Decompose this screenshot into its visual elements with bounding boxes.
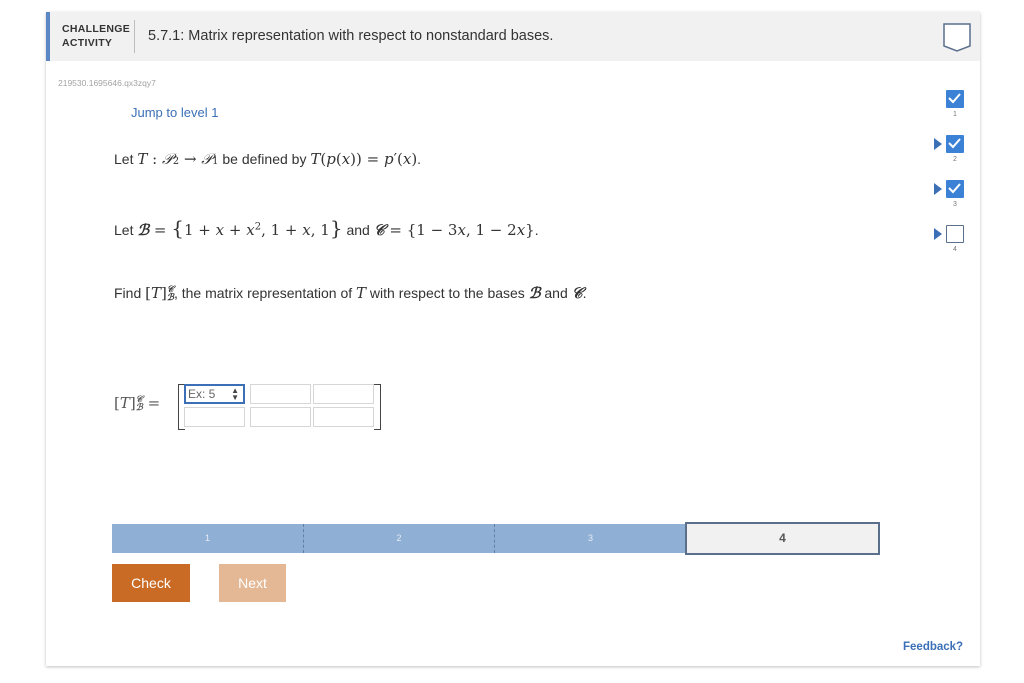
spinner-icon[interactable]: ▲ ▼ — [231, 387, 239, 402]
check-icon — [946, 90, 964, 108]
math-transform-def: T — [137, 150, 148, 168]
matrix-right-bracket — [374, 384, 381, 430]
level-progress-bar: 1 2 3 4 — [112, 522, 880, 555]
matrix-label: [T] 𝒞 ℬ = — [114, 394, 161, 413]
next-button[interactable]: Next — [219, 564, 286, 602]
check-icon — [946, 180, 964, 198]
matrix-cell-2-2[interactable] — [250, 407, 311, 427]
progress-segment-3[interactable]: 3 — [495, 524, 686, 553]
empty-box-icon — [946, 225, 964, 243]
check-icon — [946, 135, 964, 153]
play-arrow-icon — [934, 138, 942, 150]
problem-line-1: Let T : 𝒫2 → 𝒫1 be defined by T(p(x)) = … — [114, 150, 422, 168]
progress-segment-2[interactable]: 2 — [304, 524, 495, 553]
activity-type: CHALLENGE ACTIVITY — [62, 23, 131, 49]
activity-id: 219530.1695646.qx3zqy7 — [58, 78, 156, 88]
check-button[interactable]: Check — [112, 564, 190, 602]
progress-segment-1[interactable]: 1 — [112, 524, 304, 553]
feedback-link[interactable]: Feedback? — [903, 641, 963, 653]
activity-title: 5.7.1: Matrix representation with respec… — [148, 28, 554, 44]
completion-badge-icon — [943, 23, 971, 52]
problem-line-3: Find [T] 𝒞 ℬ, the matrix representation of… — [114, 284, 587, 304]
jump-to-level-link[interactable]: Jump to level 1 — [131, 105, 218, 120]
progress-segment-4[interactable]: 4 — [685, 522, 880, 555]
problem-line-2: Let ℬ = {1 + x + x2, 1 + x, 1} and 𝒞 = {… — [114, 216, 539, 240]
matrix-cell-1-3[interactable] — [313, 384, 374, 404]
matrix-cell-2-3[interactable] — [313, 407, 374, 427]
activity-header: CHALLENGE ACTIVITY 5.7.1: Matrix represe… — [46, 12, 980, 61]
matrix-cell-1-2[interactable] — [250, 384, 311, 404]
play-arrow-icon — [934, 183, 942, 195]
play-arrow-icon — [934, 228, 942, 240]
matrix-cell-1-1[interactable]: Ex: 5 ▲ ▼ — [184, 384, 245, 404]
matrix-cell-2-1[interactable] — [184, 407, 245, 427]
challenge-card: CHALLENGE ACTIVITY 5.7.1: Matrix represe… — [46, 12, 980, 666]
header-divider — [134, 20, 135, 53]
